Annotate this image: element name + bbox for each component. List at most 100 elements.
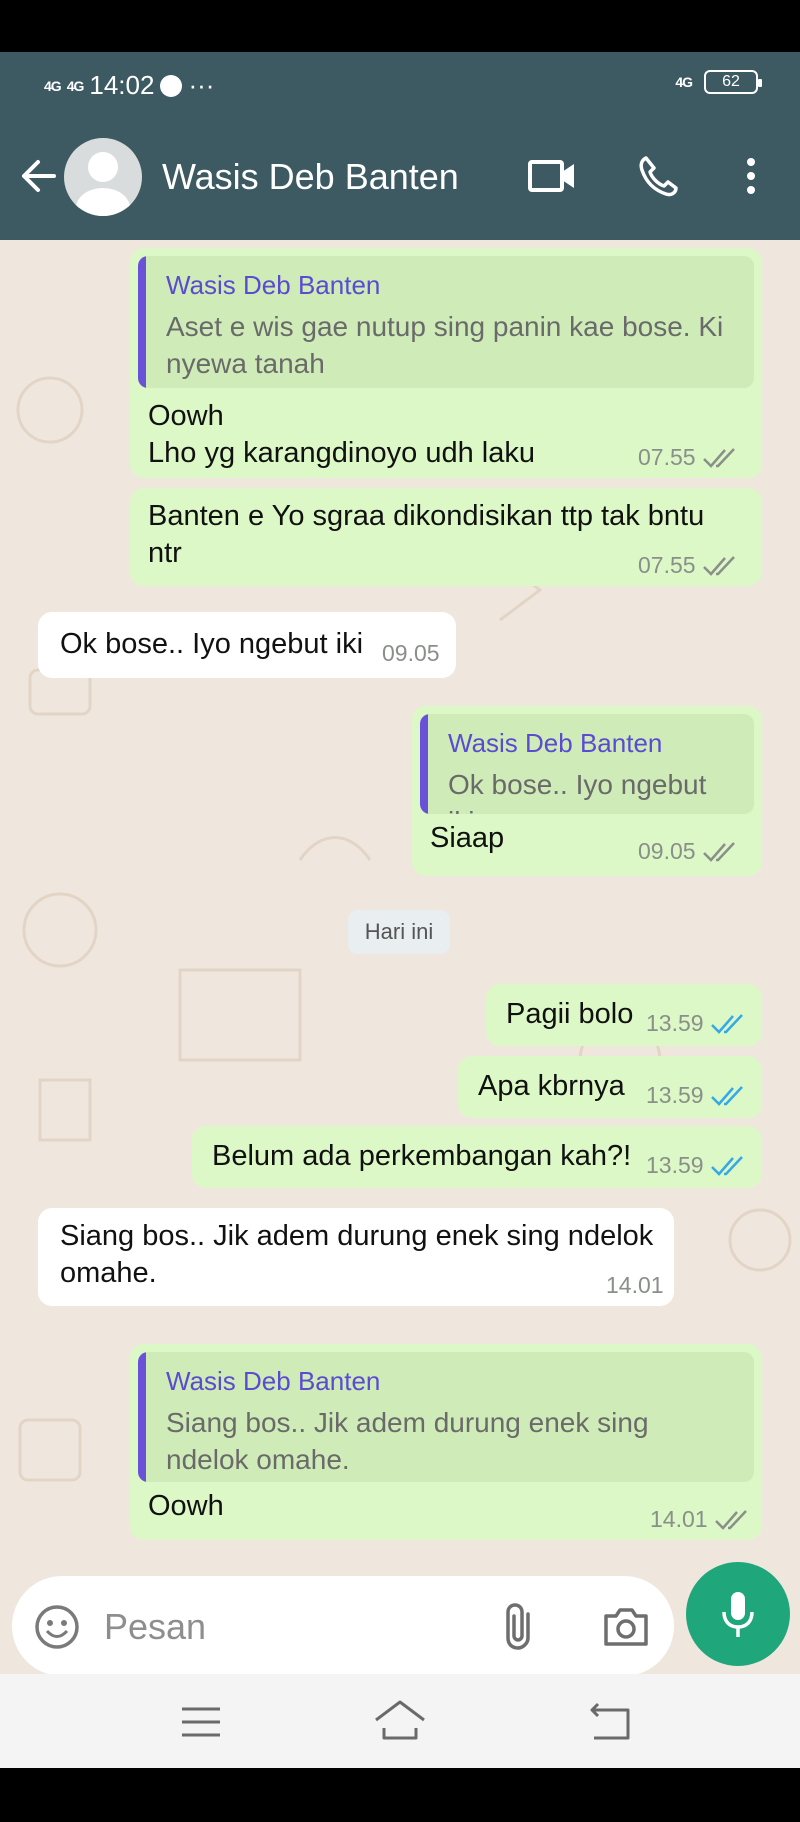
double-check-icon — [702, 447, 735, 468]
double-check-icon — [710, 1155, 743, 1176]
double-check-icon — [710, 1085, 743, 1106]
quote-bar — [138, 256, 146, 388]
message-bubble[interactable]: Ok bose.. Iyo ngebut iki 09.05 — [38, 612, 456, 678]
more-notifications: ··· — [188, 70, 215, 100]
quote-sender: Wasis Deb Banten — [448, 728, 663, 758]
message-time: 07.55 — [638, 552, 696, 578]
message-meta: 09.05 — [638, 838, 740, 865]
message-line: omahe. — [60, 1257, 157, 1289]
quote-line: Siang bos.. Jik adem durung enek sing — [166, 1407, 649, 1438]
message-line: Lho yg karangdinoyo udh laku — [148, 437, 535, 469]
arrow-left-icon[interactable] — [16, 154, 60, 198]
message-bubble[interactable]: Banten e Yo sgraa dikondisikan ttp tak b… — [130, 488, 762, 586]
status-time: 14:02 — [89, 70, 155, 100]
message-time: 14.01 — [650, 1506, 708, 1532]
double-check-icon — [702, 555, 735, 576]
status-right: 4G 62 — [675, 70, 762, 94]
voice-record-button[interactable] — [686, 1562, 790, 1666]
quoted-message[interactable]: Wasis Deb Banten Ok bose.. Iyo ngebut ik… — [420, 714, 754, 814]
system-nav-bar — [0, 1674, 800, 1768]
double-check-icon — [702, 841, 735, 862]
quote-line: nyewa tanah — [166, 348, 325, 379]
message-text: Apa kbrnya — [478, 1070, 625, 1102]
chat-header: Wasis Deb Banten — [0, 116, 800, 240]
message-time: 14.01 — [606, 1272, 664, 1298]
message-bubble[interactable]: Wasis Deb Banten Siang bos.. Jik adem du… — [130, 1344, 762, 1540]
notification-icon — [160, 74, 183, 97]
message-input-bar: Pesan — [0, 1562, 800, 1676]
message-text: Siang bos.. Jik adem durung enek sing nd… — [60, 1218, 653, 1292]
message-time: 13.59 — [646, 1010, 704, 1036]
quote-bar — [138, 1352, 146, 1482]
quote-line: ndelok omahe. — [166, 1444, 350, 1475]
message-text: Pagii bolo — [506, 998, 634, 1030]
message-time: 09.05 — [638, 838, 696, 864]
top-black-strip — [0, 0, 800, 52]
avatar[interactable] — [64, 138, 142, 216]
message-meta: 14.01 — [650, 1506, 752, 1533]
message-time: 13.59 — [646, 1082, 704, 1108]
quote-bar — [420, 714, 428, 814]
message-time: 07.55 — [638, 444, 696, 470]
battery-level: 62 — [722, 73, 740, 90]
message-text: Banten e Yo sgraa dikondisikan ttp tak b… — [148, 498, 704, 572]
camera-icon[interactable] — [602, 1604, 650, 1648]
back-nav-icon[interactable] — [588, 1700, 632, 1742]
message-time: 09.05 — [382, 640, 440, 666]
quote-text: Siang bos.. Jik adem durung enek sing nd… — [166, 1404, 740, 1478]
double-check-icon — [710, 1013, 743, 1034]
message-text: Oowh — [148, 1490, 224, 1522]
microphone-icon — [722, 1592, 754, 1637]
message-bubble[interactable]: Wasis Deb Banten Aset e wis gae nutup si… — [130, 248, 762, 478]
message-bubble[interactable]: Pagii bolo 13.59 — [486, 984, 762, 1046]
quote-sender: Wasis Deb Banten — [166, 270, 381, 300]
message-meta: 13.59 — [646, 1010, 748, 1037]
quote-text: Aset e wis gae nutup sing panin kae bose… — [166, 308, 740, 382]
message-meta: 09.05 — [382, 640, 440, 667]
avatar-body — [76, 188, 130, 216]
network-icon: 4G — [675, 74, 693, 90]
status-left: 4G 4G 14:02 ··· — [44, 70, 214, 101]
message-bubble[interactable]: Wasis Deb Banten Ok bose.. Iyo ngebut ik… — [412, 706, 762, 876]
message-time: 13.59 — [646, 1152, 704, 1178]
message-text: Ok bose.. Iyo ngebut iki — [60, 628, 364, 660]
message-input[interactable]: Pesan — [12, 1576, 674, 1676]
message-bubble[interactable]: Belum ada perkembangan kah?! 13.59 — [192, 1126, 762, 1188]
message-meta: 14.01 — [606, 1272, 664, 1299]
message-meta: 13.59 — [646, 1152, 748, 1179]
quoted-message[interactable]: Wasis Deb Banten Aset e wis gae nutup si… — [138, 256, 754, 388]
phone-icon[interactable] — [636, 154, 680, 198]
chat-area[interactable]: Wasis Deb Banten Aset e wis gae nutup si… — [0, 240, 800, 1576]
quoted-message[interactable]: Wasis Deb Banten Siang bos.. Jik adem du… — [138, 1352, 754, 1482]
video-camera-icon[interactable] — [528, 156, 576, 196]
message-text: Belum ada perkembangan kah?! — [212, 1140, 632, 1172]
quote-text: Ok bose.. Iyo ngebut iki — [448, 769, 707, 814]
status-bar: 4G 4G 14:02 ··· 4G 62 — [0, 52, 800, 116]
message-placeholder: Pesan — [104, 1606, 207, 1647]
message-meta: 13.59 — [646, 1082, 748, 1109]
message-meta: 07.55 — [638, 444, 740, 471]
message-bubble[interactable]: Apa kbrnya 13.59 — [458, 1056, 762, 1118]
message-bubble[interactable]: Siang bos.. Jik adem durung enek sing nd… — [38, 1208, 674, 1306]
emoji-icon[interactable] — [34, 1604, 80, 1650]
message-meta: 07.55 — [638, 552, 740, 579]
home-icon[interactable] — [372, 1698, 428, 1744]
quote-sender: Wasis Deb Banten — [166, 1366, 381, 1396]
message-line: Siang bos.. Jik adem durung enek sing nd… — [60, 1220, 654, 1252]
avatar-head — [88, 152, 118, 182]
message-line: Oowh — [148, 400, 224, 432]
message-text: Siaap — [430, 822, 505, 854]
message-line: ntr — [148, 537, 182, 569]
signal-icon-1: 4G — [44, 77, 62, 94]
bottom-black-strip — [0, 1768, 800, 1822]
day-separator: Hari ini — [348, 910, 450, 954]
recent-apps-icon[interactable] — [180, 1704, 222, 1740]
paperclip-icon[interactable] — [500, 1602, 540, 1650]
battery-icon: 62 — [704, 70, 762, 94]
more-vertical-icon[interactable] — [736, 154, 766, 198]
quote-line: Aset e wis gae nutup sing panin kae bose… — [166, 311, 724, 342]
message-text: Oowh Lho yg karangdinoyo udh laku — [148, 398, 535, 472]
double-check-icon — [714, 1509, 747, 1530]
message-line: Banten e Yo sgraa dikondisikan ttp tak b… — [148, 500, 705, 532]
contact-name[interactable]: Wasis Deb Banten — [162, 156, 459, 198]
